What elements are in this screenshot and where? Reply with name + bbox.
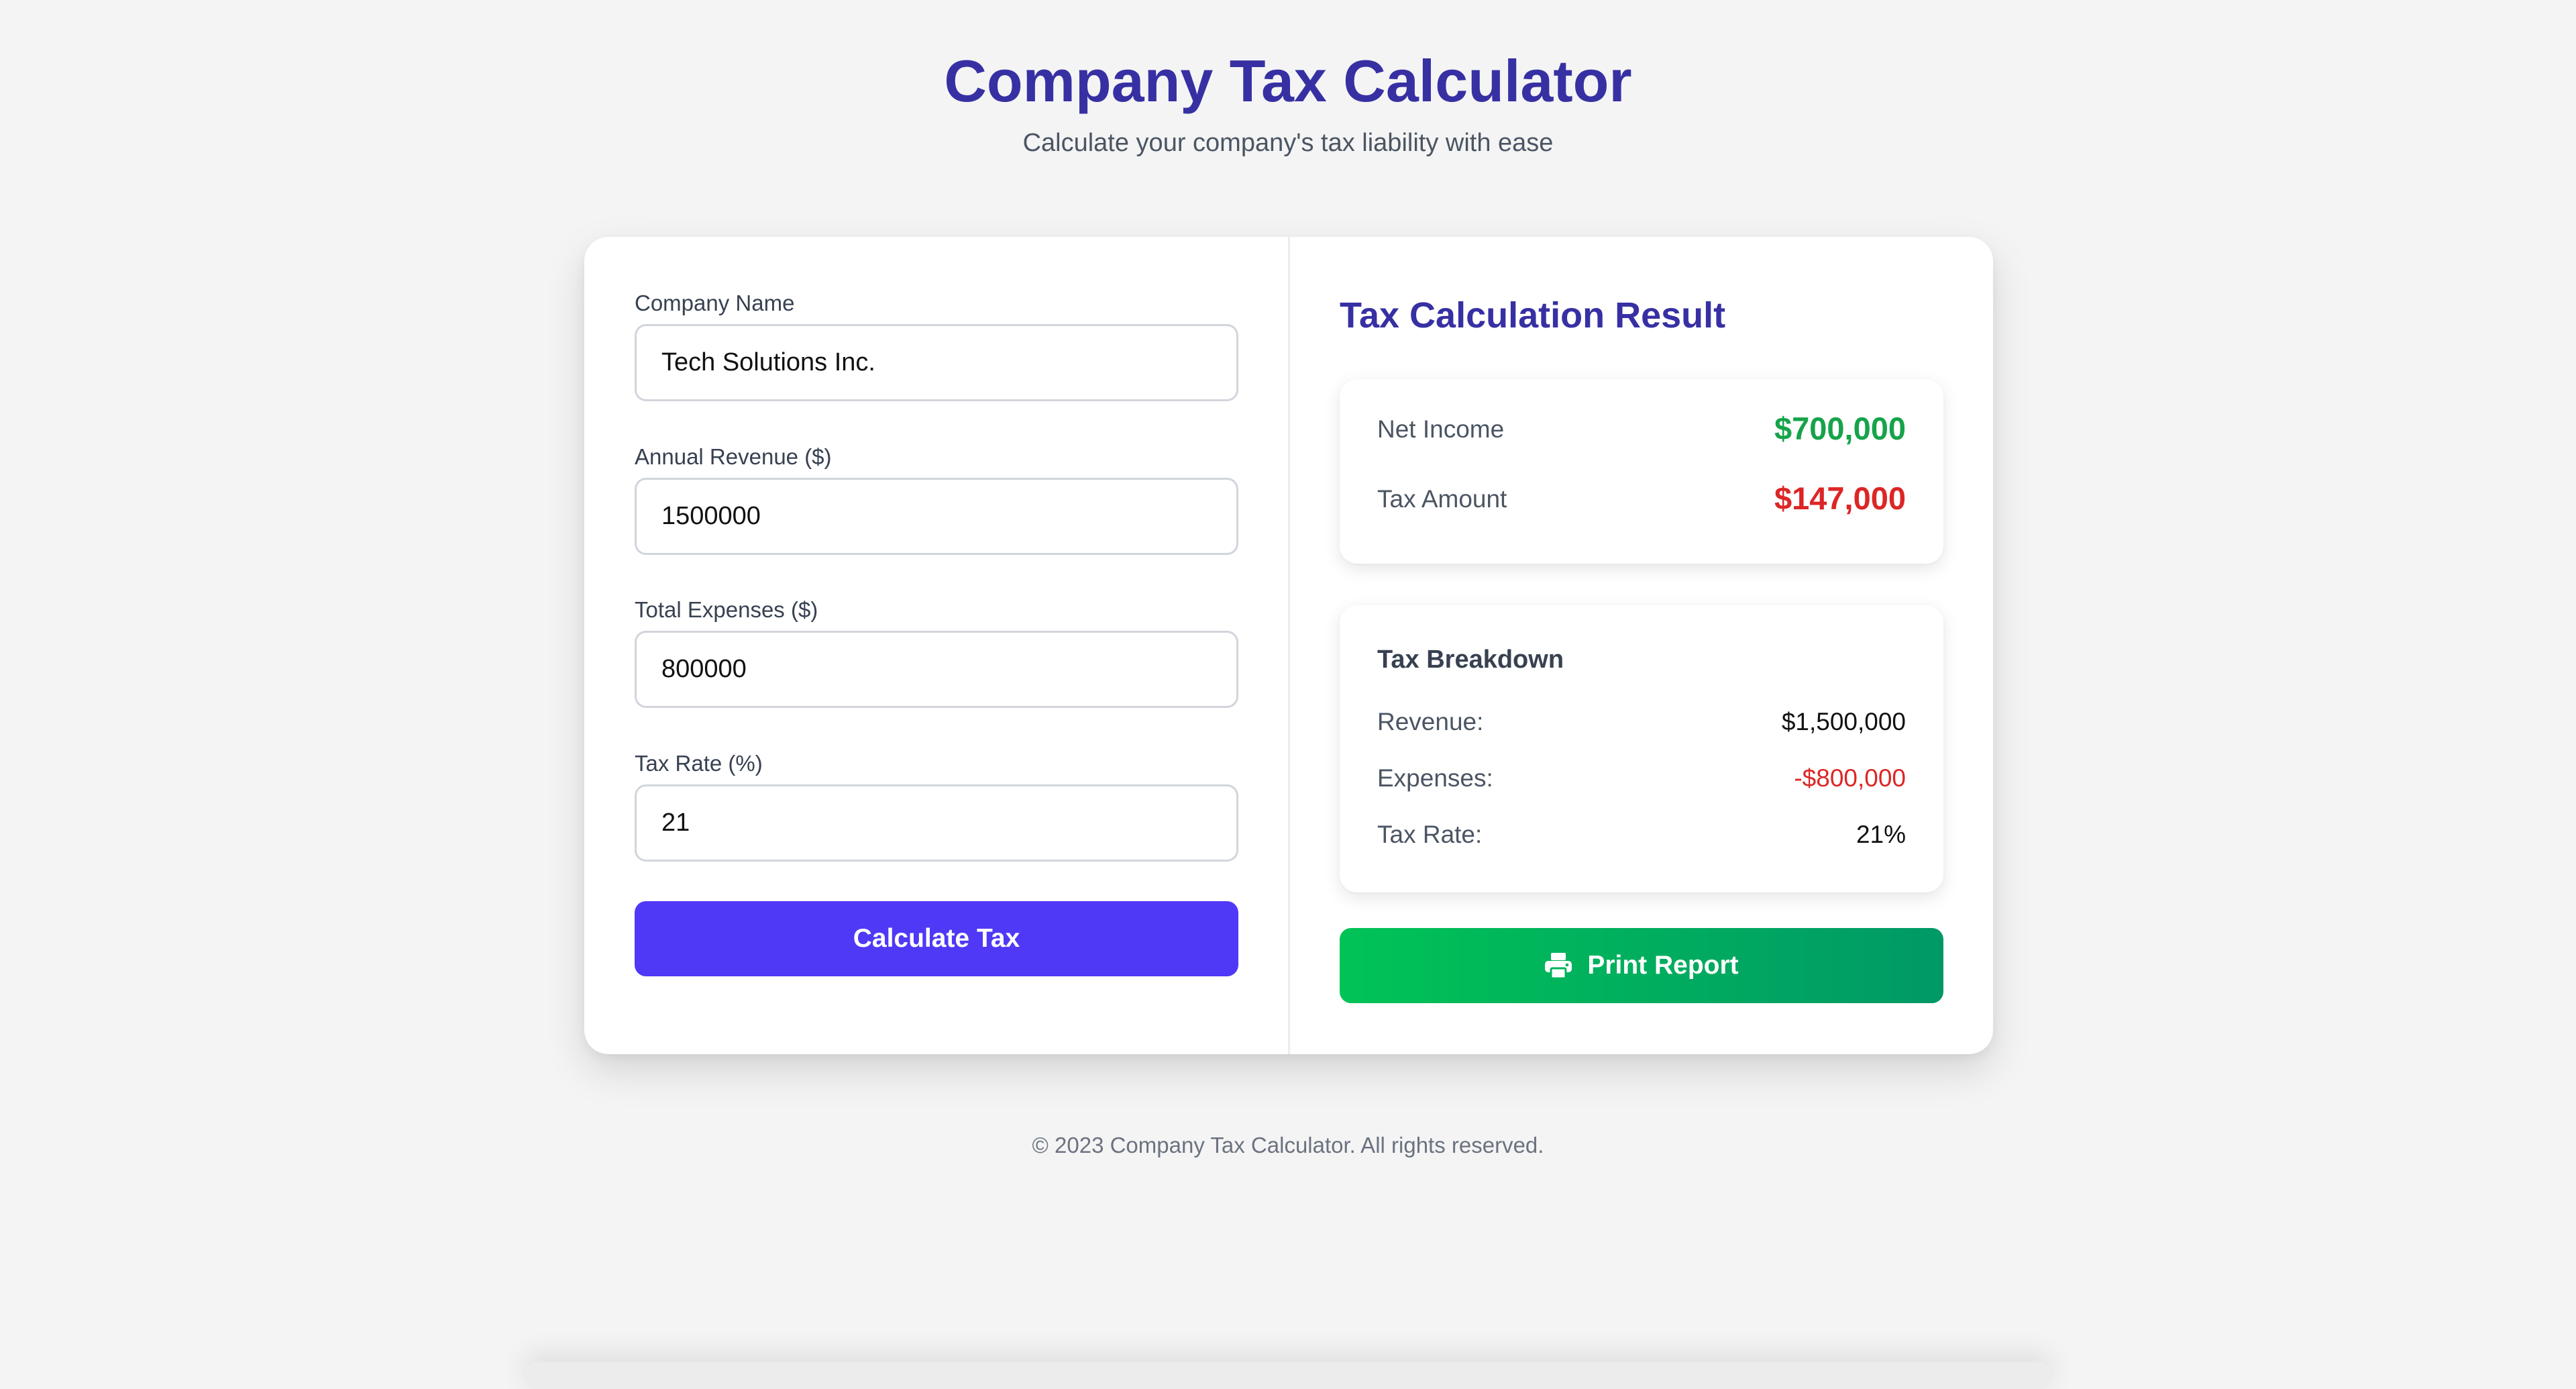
footer-copyright: © 2023 Company Tax Calculator. All right… (1032, 1133, 1544, 1158)
annual-revenue-input[interactable] (635, 478, 1238, 555)
breakdown-card: Tax Breakdown Revenue: $1,500,000 Expens… (1340, 605, 1943, 892)
company-name-input[interactable] (635, 324, 1238, 401)
breakdown-tax-rate-value: 21% (1856, 821, 1906, 848)
breakdown-title: Tax Breakdown (1377, 646, 1564, 674)
calculate-tax-button[interactable]: Calculate Tax (635, 901, 1238, 976)
breakdown-revenue-label: Revenue: (1377, 708, 1484, 735)
total-expenses-input[interactable] (635, 631, 1238, 708)
net-income-label: Net Income (1377, 415, 1505, 443)
breakdown-revenue-value: $1,500,000 (1781, 708, 1906, 735)
tax-amount-value: $147,000 (1774, 480, 1906, 516)
net-income-value: $700,000 (1774, 411, 1906, 446)
company-name-label: Company Name (635, 291, 795, 315)
breakdown-tax-rate-label: Tax Rate: (1377, 821, 1483, 848)
card-divider (1288, 237, 1290, 1054)
page-title: Company Tax Calculator (944, 48, 1632, 114)
offscreen-card-edge (523, 1362, 2053, 1389)
calculator-card: Company Name Annual Revenue ($) Total Ex… (584, 237, 1993, 1054)
breakdown-expenses-label: Expenses: (1377, 764, 1493, 792)
annual-revenue-label: Annual Revenue ($) (635, 444, 832, 469)
tax-rate-label: Tax Rate (%) (635, 751, 763, 776)
page-subtitle: Calculate your company's tax liability w… (1022, 129, 1554, 157)
tax-amount-label: Tax Amount (1377, 485, 1507, 513)
tax-rate-input[interactable] (635, 784, 1238, 862)
total-expenses-label: Total Expenses ($) (635, 597, 818, 622)
printer-icon (1545, 953, 1572, 979)
print-report-button[interactable]: Print Report (1340, 928, 1943, 1003)
breakdown-expenses-value: -$800,000 (1794, 764, 1906, 792)
print-report-label: Print Report (1587, 951, 1739, 980)
summary-card: Net Income $700,000 Tax Amount $147,000 (1340, 379, 1943, 564)
result-title: Tax Calculation Result (1340, 295, 1726, 336)
